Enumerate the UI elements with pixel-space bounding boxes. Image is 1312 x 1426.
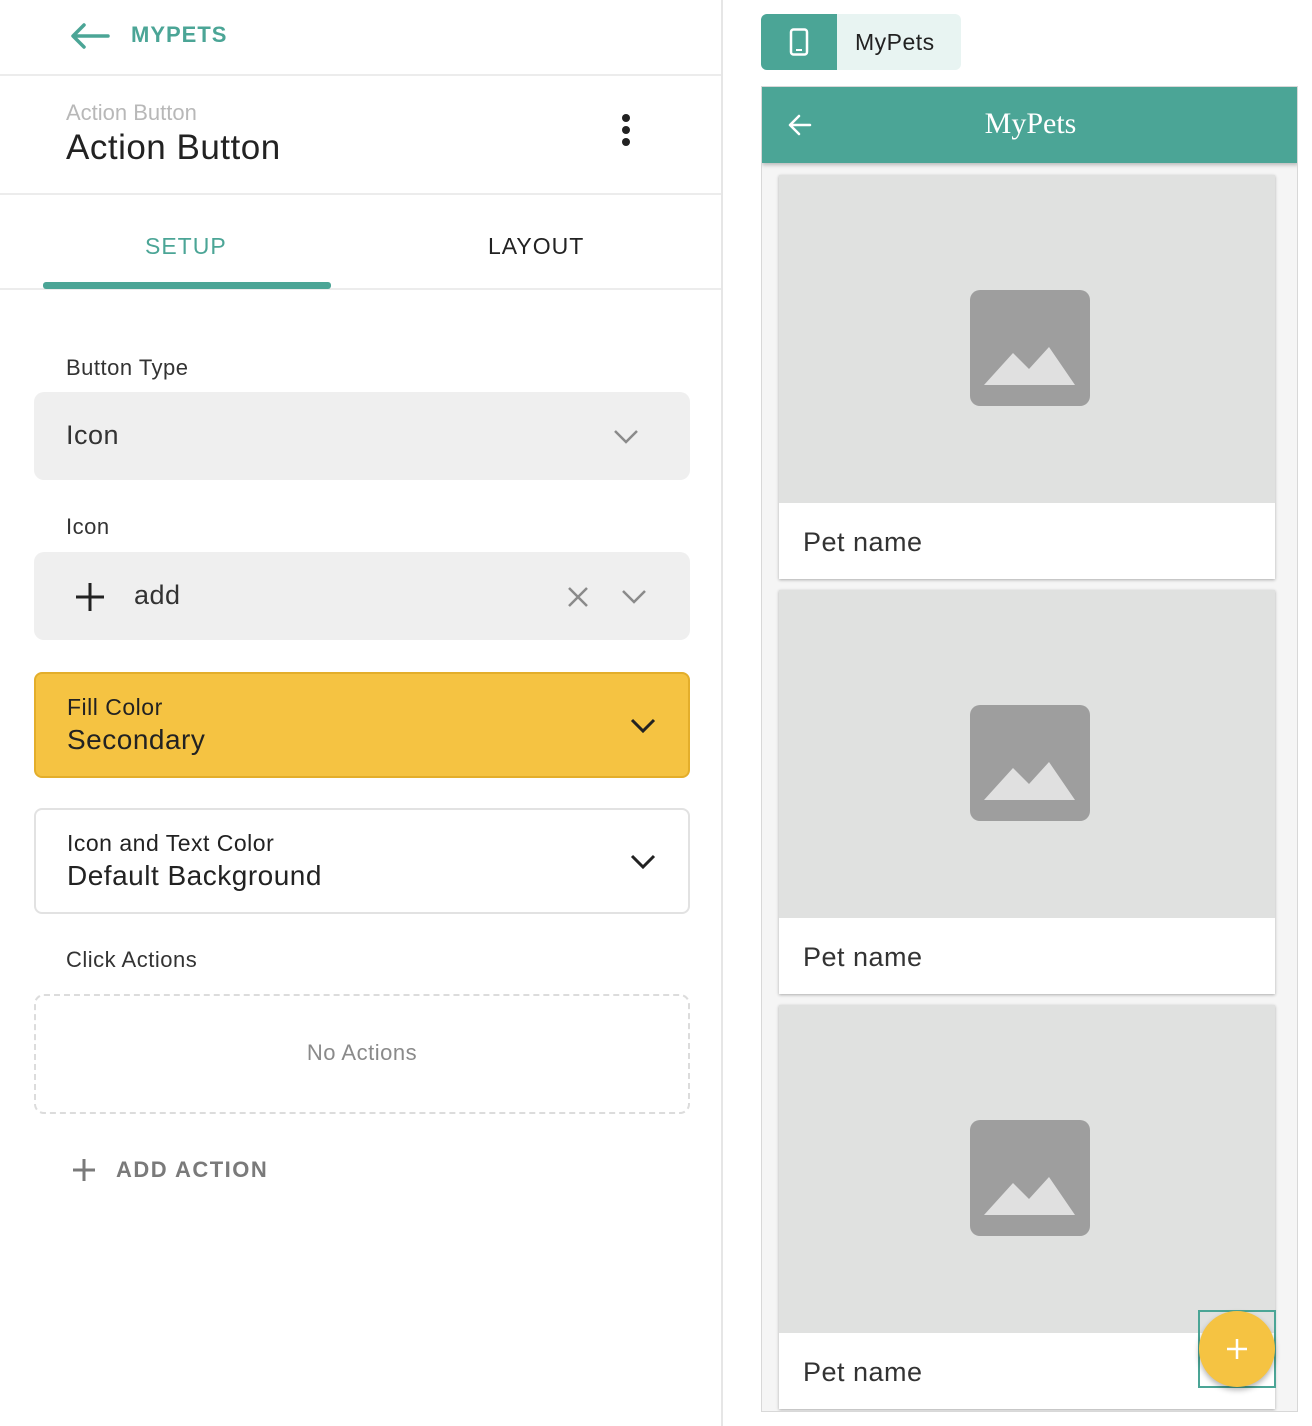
panel-topbar: MYPETS xyxy=(0,0,721,76)
button-type-select[interactable]: Icon xyxy=(34,392,690,480)
fill-color-label: Fill Color xyxy=(67,694,163,720)
pet-name: Pet name xyxy=(803,527,923,557)
active-tab-indicator xyxy=(43,282,331,289)
pet-card[interactable]: Pet name xyxy=(779,175,1275,579)
actions-list: No Actions xyxy=(34,994,690,1114)
icon-select[interactable]: add xyxy=(34,552,690,640)
image-placeholder xyxy=(779,1005,1275,1333)
button-type-value: Icon xyxy=(66,420,120,450)
tab-layout[interactable]: LAYOUT xyxy=(488,233,584,260)
click-actions-label: Click Actions xyxy=(66,947,198,972)
chevron-down-icon xyxy=(630,854,656,870)
image-placeholder-icon xyxy=(970,705,1090,821)
properties-panel: MYPETS Action Button Action Button SETUP… xyxy=(0,0,723,1426)
icon-value: add xyxy=(134,580,181,610)
image-placeholder xyxy=(779,175,1275,503)
device-selector[interactable]: MyPets xyxy=(761,14,961,70)
back-link[interactable]: MYPETS xyxy=(131,22,227,48)
more-options-icon[interactable] xyxy=(608,114,644,154)
icon-text-color-label: Icon and Text Color xyxy=(67,830,275,856)
component-type-label: Action Button xyxy=(66,100,197,125)
plus-icon xyxy=(1227,1339,1247,1359)
tab-setup[interactable]: SETUP xyxy=(145,233,227,260)
app-bar: MyPets xyxy=(762,87,1297,163)
fill-color-value: Secondary xyxy=(67,724,206,755)
fill-color-select[interactable]: Fill Color Secondary xyxy=(34,672,690,778)
tab-bar: SETUP LAYOUT xyxy=(0,195,721,290)
app-bar-title: MyPets xyxy=(984,107,1077,140)
pet-card[interactable]: Pet name xyxy=(779,590,1275,994)
image-placeholder-icon xyxy=(970,290,1090,406)
device-app-name: MyPets xyxy=(855,29,935,55)
chevron-down-icon xyxy=(630,718,656,734)
phone-icon xyxy=(761,14,837,70)
back-arrow-icon[interactable] xyxy=(70,22,110,50)
plus-icon xyxy=(73,1159,95,1181)
pet-name: Pet name xyxy=(803,1357,923,1387)
component-header: Action Button Action Button xyxy=(0,76,721,195)
pet-name: Pet name xyxy=(803,942,923,972)
image-placeholder-icon xyxy=(970,1120,1090,1236)
image-placeholder xyxy=(779,590,1275,918)
no-actions-text: No Actions xyxy=(306,1040,418,1065)
floating-action-button[interactable] xyxy=(1199,1311,1275,1387)
icon-label: Icon xyxy=(66,514,110,539)
clear-icon[interactable] xyxy=(567,586,589,608)
phone-preview: MyPets Pet name Pet name Pet name xyxy=(761,86,1298,1412)
button-type-label: Button Type xyxy=(66,355,189,380)
icon-text-color-select[interactable]: Icon and Text Color Default Background xyxy=(34,808,690,914)
add-action-label: ADD ACTION xyxy=(116,1157,269,1182)
chevron-down-icon xyxy=(614,430,638,444)
chevron-down-icon[interactable] xyxy=(621,589,647,605)
plus-icon xyxy=(76,583,104,611)
component-title[interactable]: Action Button xyxy=(66,128,281,168)
icon-text-color-value: Default Background xyxy=(67,860,322,891)
